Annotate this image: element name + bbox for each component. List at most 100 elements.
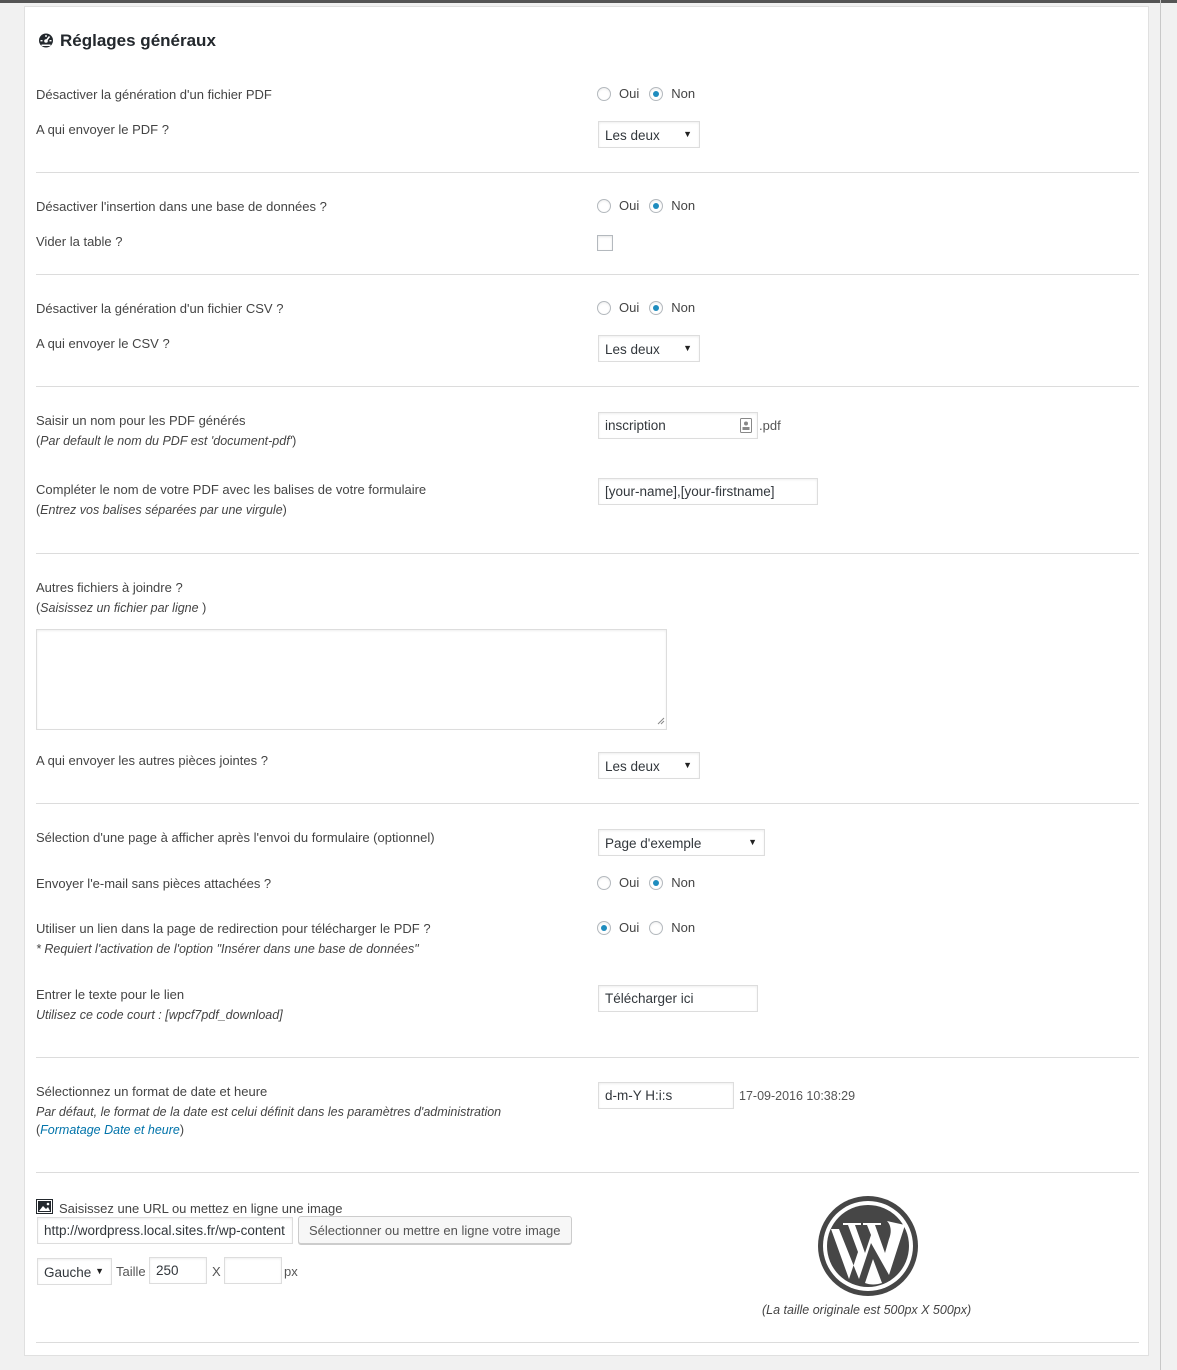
image-size-caption: (La taille originale est 500px X 500px) (762, 1303, 972, 1317)
csv-disable-yes-radio[interactable] (597, 300, 611, 315)
image-height-input[interactable] (224, 1257, 282, 1284)
download-link-yes-radio[interactable] (597, 920, 611, 935)
link-text-hint: Utilisez ce code court : [wpcf7pdf_downl… (36, 1008, 283, 1022)
download-link-label: Utiliser un lien dans la page de redirec… (36, 921, 431, 936)
pdf-disable-yes-radio[interactable] (597, 86, 611, 101)
download-link-yes-label[interactable]: Oui (619, 920, 639, 935)
datetime-format-link[interactable]: Formatage Date et heure (40, 1123, 180, 1137)
download-link-no-radio[interactable] (649, 920, 664, 935)
attachments-send-value: Les deux (605, 759, 660, 774)
download-link-note: * Requiert l'activation de l'option "Ins… (36, 942, 419, 956)
datetime-preview: 17-09-2016 10:38:29 (739, 1089, 856, 1103)
divider (36, 1057, 1139, 1058)
image-url-value: http://wordpress.local.sites.fr/wp-conte… (44, 1223, 285, 1238)
db-empty-checkbox[interactable] (597, 235, 613, 251)
chevron-down-icon: ▼ (95, 1266, 104, 1276)
pdf-send-value: Les deux (605, 128, 660, 143)
image-align-select[interactable]: Gauche ▼ (37, 1258, 112, 1285)
attachments-hint: (Saisissez un fichier par ligne ) (36, 601, 207, 615)
attachments-send-label: A qui envoyer les autres pièces jointes … (36, 753, 268, 768)
csv-disable-radio-group: Oui Non (597, 300, 705, 315)
db-disable-no-radio[interactable] (649, 198, 664, 213)
db-disable-radio-group: Oui Non (597, 198, 705, 213)
pdfname-suffix: .pdf (759, 418, 781, 433)
link-text-label: Entrer le texte pour le lien (36, 987, 185, 1002)
tags-input[interactable]: [your-name],[your-firstname] (598, 478, 818, 505)
image-align-value: Gauche (44, 1265, 92, 1280)
image-url-input[interactable]: http://wordpress.local.sites.fr/wp-conte… (37, 1217, 293, 1244)
db-disable-yes-radio[interactable] (597, 198, 611, 213)
pdf-disable-radio-group: Oui Non (597, 86, 705, 101)
link-text-value: Télécharger ici (605, 991, 694, 1006)
csv-disable-no-label[interactable]: Non (671, 300, 695, 315)
pdf-disable-no-label[interactable]: Non (671, 86, 695, 101)
redirect-page-value: Page d'exemple (605, 836, 702, 851)
datetime-format-input[interactable]: d-m-Y H:i:s (598, 1082, 734, 1109)
db-disable-yes-label[interactable]: Oui (619, 198, 639, 213)
csv-disable-yes-label[interactable]: Oui (619, 300, 639, 315)
pdf-send-select[interactable]: Les deux ▼ (598, 121, 700, 148)
datetime-hint: Par défaut, le format de la date est cel… (36, 1105, 502, 1119)
chevron-down-icon: ▼ (683, 129, 692, 139)
wordpress-logo-preview (817, 1195, 919, 1300)
noattach-yes-label[interactable]: Oui (619, 875, 639, 890)
datetime-link-line: (Formatage Date et heure) (36, 1123, 185, 1137)
image-icon (36, 1199, 53, 1217)
pdfname-hint: (Par default le nom du PDF est 'document… (36, 434, 297, 448)
csv-disable-label: Désactiver la génération d'un fichier CS… (36, 301, 284, 316)
divider (36, 1172, 1139, 1173)
db-empty-label: Vider la table ? (36, 234, 123, 249)
csv-disable-no-radio[interactable] (649, 300, 664, 315)
wordpress-logo-icon (818, 1196, 918, 1296)
attachments-label: Autres fichiers à joindre ? (36, 580, 183, 595)
divider (36, 803, 1139, 804)
pdf-send-label: A qui envoyer le PDF ? (36, 122, 169, 137)
redirect-page-select[interactable]: Page d'exemple ▼ (598, 829, 765, 856)
chevron-down-icon: ▼ (748, 837, 757, 847)
datetime-format-value: d-m-Y H:i:s (605, 1088, 673, 1103)
noattach-radio-group: Oui Non (597, 875, 705, 890)
pdf-disable-yes-label[interactable]: Oui (619, 86, 639, 101)
pdfname-value: inscription (605, 418, 666, 433)
db-disable-label: Désactiver l'insertion dans une base de … (36, 199, 327, 214)
chevron-down-icon: ▼ (683, 760, 692, 770)
chevron-down-icon: ▼ (683, 343, 692, 353)
download-link-no-label[interactable]: Non (671, 920, 695, 935)
pdf-disable-label: Désactiver la génération d'un fichier PD… (36, 87, 272, 102)
panel-title: Réglages généraux (38, 31, 216, 51)
divider (36, 553, 1139, 554)
image-label-row: Saisissez une URL ou mettez en ligne une… (36, 1199, 343, 1217)
tags-hint: (Entrez vos balises séparées par une vir… (36, 503, 287, 517)
pdf-disable-no-radio[interactable] (649, 86, 664, 101)
divider (36, 172, 1139, 173)
contact-card-icon (740, 418, 752, 436)
window-top-edge (0, 0, 1177, 3)
image-width-input[interactable]: 250 (149, 1257, 207, 1284)
dashboard-icon (38, 32, 54, 51)
datetime-label: Sélectionnez un format de date et heure (36, 1084, 268, 1099)
attachments-send-select[interactable]: Les deux ▼ (598, 752, 700, 779)
noattach-no-radio[interactable] (649, 875, 664, 890)
image-label: Saisissez une URL ou mettez en ligne une… (59, 1200, 343, 1216)
csv-send-label: A qui envoyer le CSV ? (36, 336, 170, 351)
csv-send-select[interactable]: Les deux ▼ (598, 335, 700, 362)
pdfname-input[interactable]: inscription (598, 412, 758, 439)
size-label: Taille (116, 1264, 146, 1279)
upload-image-button[interactable]: Sélectionner ou mettre en ligne votre im… (298, 1216, 572, 1244)
db-disable-no-label[interactable]: Non (671, 198, 695, 213)
resize-grip-icon[interactable] (657, 713, 665, 728)
attachments-textarea[interactable] (36, 629, 667, 730)
redirect-page-label: Sélection d'une page à afficher après l'… (36, 830, 435, 845)
link-text-input[interactable]: Télécharger ici (598, 985, 758, 1012)
divider (36, 274, 1139, 275)
size-x-label: X (212, 1264, 221, 1279)
size-px-label: px (284, 1264, 298, 1279)
window-right-edge (1160, 0, 1161, 1370)
divider (36, 1342, 1139, 1343)
tags-label: Compléter le nom de votre PDF avec les b… (36, 482, 427, 497)
noattach-yes-radio[interactable] (597, 875, 611, 890)
panel-title-text: Réglages généraux (60, 31, 216, 50)
csv-send-value: Les deux (605, 342, 660, 357)
download-link-radio-group: Oui Non (597, 920, 705, 935)
noattach-no-label[interactable]: Non (671, 875, 695, 890)
